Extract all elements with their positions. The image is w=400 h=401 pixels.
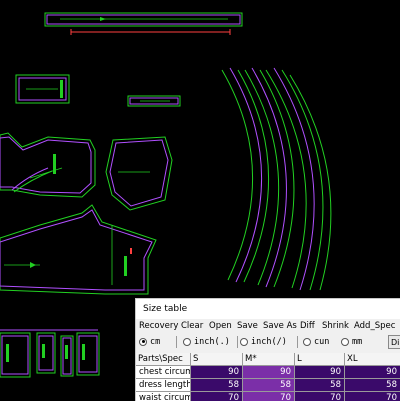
open-button[interactable]: Open bbox=[209, 319, 232, 333]
header-row: Parts\Spec S M* L XL bbox=[136, 353, 400, 366]
window-title: Size table bbox=[136, 299, 400, 319]
size-value-cell[interactable]: 90 bbox=[295, 366, 345, 379]
header-size-m[interactable]: M* bbox=[243, 353, 295, 366]
diff-button[interactable]: Diff bbox=[300, 319, 315, 333]
unit-divider bbox=[297, 336, 298, 348]
table-row: dress length 58 58 58 58 bbox=[136, 379, 400, 392]
part-label: chest circumf bbox=[136, 366, 191, 379]
unit-divider bbox=[237, 336, 238, 348]
unit-cun-radio[interactable]: cun bbox=[303, 336, 329, 348]
header-parts-spec: Parts\Spec bbox=[136, 353, 191, 366]
radio-selected-icon bbox=[139, 337, 147, 346]
add-spec-button[interactable]: Add_Spec bbox=[354, 319, 395, 333]
pocket-pattern-piece[interactable] bbox=[15, 74, 70, 104]
save-button[interactable]: Save bbox=[237, 319, 258, 333]
save-as-button[interactable]: Save As bbox=[263, 319, 297, 333]
unit-selector: cm inch(.) inch(/) cun mm Di bbox=[136, 333, 400, 352]
unit-inch-slash-radio[interactable]: inch(/) bbox=[240, 336, 287, 348]
header-size-s[interactable]: S bbox=[191, 353, 243, 366]
table-row: chest circumf 90 90 90 90 bbox=[136, 366, 400, 379]
display-button[interactable]: Di bbox=[388, 335, 400, 349]
unit-cm-radio[interactable]: cm bbox=[139, 336, 160, 348]
clear-button[interactable]: Clear bbox=[181, 319, 203, 333]
header-size-l[interactable]: L bbox=[295, 353, 345, 366]
size-value-cell[interactable]: 58 bbox=[345, 379, 400, 392]
size-value-cell[interactable]: 58 bbox=[243, 379, 295, 392]
sleeve-pattern-piece[interactable] bbox=[105, 136, 173, 211]
size-value-cell[interactable]: 58 bbox=[295, 379, 345, 392]
skirt-pattern-piece[interactable] bbox=[0, 204, 157, 295]
strap-pattern-piece[interactable] bbox=[127, 95, 181, 107]
collar-arc-pieces[interactable] bbox=[221, 67, 332, 291]
belt-pattern-piece[interactable] bbox=[44, 12, 243, 35]
unit-inch-dot-radio[interactable]: inch(.) bbox=[183, 336, 230, 348]
header-size-xl[interactable]: XL bbox=[345, 353, 400, 366]
unit-divider bbox=[176, 336, 177, 348]
part-label: dress length bbox=[136, 379, 191, 392]
toolbar: Recovery Clear Open Save Save As Diff Sh… bbox=[136, 319, 400, 333]
recovery-button[interactable]: Recovery bbox=[139, 319, 178, 333]
size-value-cell[interactable]: 90 bbox=[191, 366, 243, 379]
radio-icon bbox=[240, 337, 248, 346]
size-value-cell[interactable]: 90 bbox=[243, 366, 295, 379]
size-value-cell[interactable]: 90 bbox=[345, 366, 400, 379]
radio-icon bbox=[183, 337, 191, 346]
bodice-pattern-piece[interactable] bbox=[0, 132, 96, 198]
radio-icon bbox=[303, 337, 311, 346]
shrink-button[interactable]: Shrink bbox=[322, 319, 349, 333]
small-pattern-pieces[interactable] bbox=[0, 329, 100, 378]
unit-mm-radio[interactable]: mm bbox=[341, 336, 362, 348]
size-value-cell[interactable]: 58 bbox=[191, 379, 243, 392]
radio-icon bbox=[341, 337, 349, 346]
size-table-window: Size table Recovery Clear Open Save Save… bbox=[135, 298, 400, 401]
